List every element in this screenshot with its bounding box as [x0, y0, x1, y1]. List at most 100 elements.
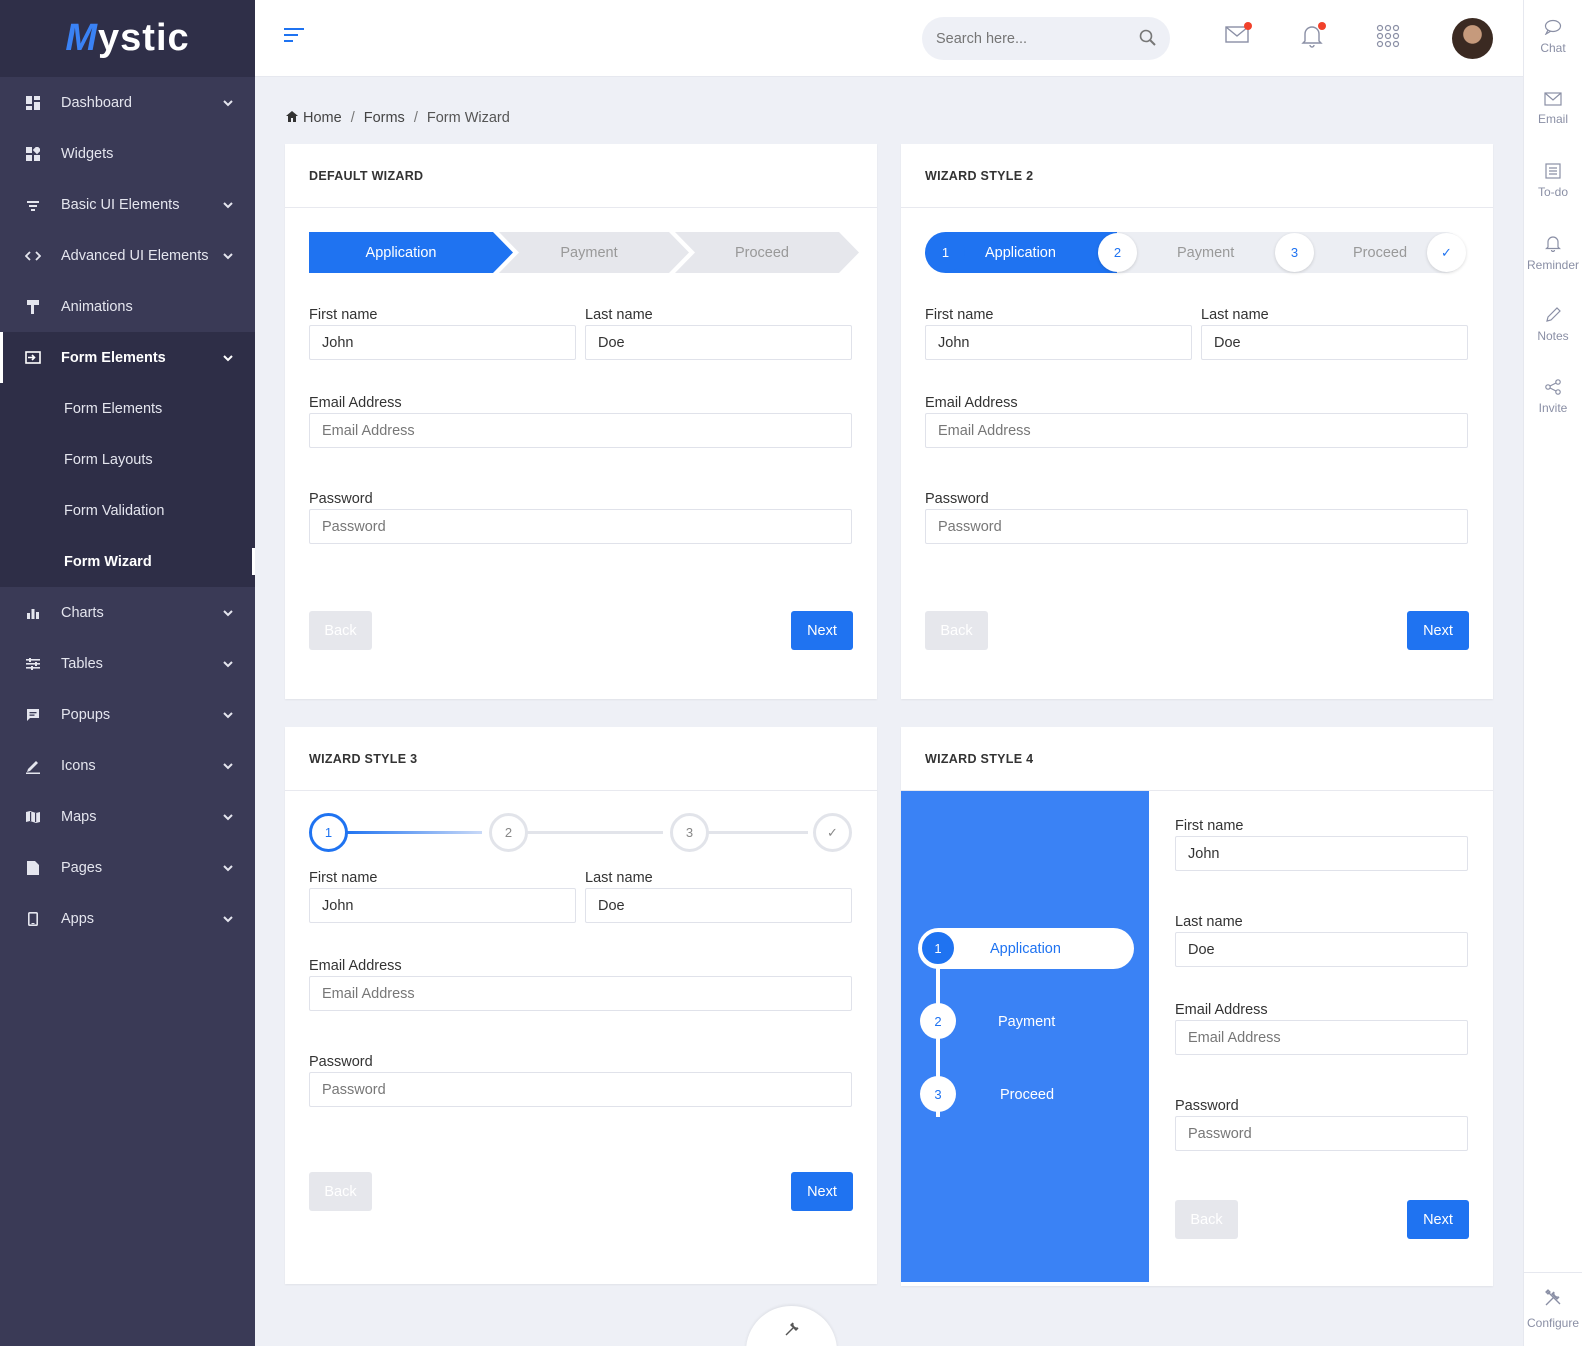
- email-input[interactable]: Email Address: [309, 976, 852, 1011]
- top-header: [255, 0, 1523, 77]
- sidebar-item-label: Icons: [61, 757, 96, 774]
- sidebar-item-label: Charts: [61, 604, 104, 621]
- sidebar-item-tables[interactable]: Tables: [0, 638, 255, 689]
- sidebar-item-animations[interactable]: Animations: [0, 281, 255, 332]
- apps-grid-icon[interactable]: [1376, 24, 1400, 51]
- step-payment[interactable]: Payment: [998, 1014, 1055, 1030]
- step-proceed[interactable]: Proceed: [1000, 1087, 1054, 1103]
- back-button[interactable]: Back: [309, 1172, 372, 1211]
- check-icon[interactable]: ✓: [813, 813, 852, 852]
- sidebar-item-label: Apps: [61, 910, 95, 927]
- step-payment[interactable]: Payment: [1177, 232, 1234, 273]
- rail-item-invite[interactable]: Invite: [1524, 360, 1582, 432]
- sidebar-item-basic-ui[interactable]: Basic UI Elements: [0, 179, 255, 230]
- step-payment[interactable]: Payment: [509, 232, 669, 273]
- step-number-3: 3: [1275, 233, 1314, 272]
- arrow-stepper: Application Payment Proceed: [309, 232, 859, 273]
- search-icon[interactable]: [1139, 29, 1156, 49]
- chat-icon: [1544, 19, 1562, 35]
- step-application[interactable]: Application: [985, 232, 1056, 273]
- submenu-item-form-layouts[interactable]: Form Layouts: [0, 434, 255, 485]
- bell-icon[interactable]: [1301, 22, 1326, 51]
- email-input[interactable]: Email Address: [925, 413, 1468, 448]
- rail-item-label: Invite: [1538, 401, 1568, 415]
- sidebar-item-dashboard[interactable]: Dashboard: [0, 77, 255, 128]
- last-name-input[interactable]: Doe: [585, 325, 852, 360]
- sidebar-item-label: Form Elements: [61, 349, 166, 366]
- chevron-down-icon: [223, 605, 233, 621]
- sidebar-item-label: Maps: [61, 808, 97, 825]
- step-circle-3[interactable]: 3: [670, 813, 709, 852]
- step-circle-1[interactable]: 1: [309, 813, 348, 852]
- last-name-input[interactable]: Doe: [1201, 325, 1468, 360]
- bar-chart-icon: [24, 604, 42, 622]
- chevron-down-icon: [223, 707, 233, 723]
- sidebar-item-popups[interactable]: Popups: [0, 689, 255, 740]
- back-button[interactable]: Back: [925, 611, 988, 650]
- search-input[interactable]: [936, 30, 1116, 47]
- rail-item-todo[interactable]: To-do: [1524, 144, 1582, 216]
- pill-stepper: 1 Application 2 Payment 3 Proceed ✓: [925, 232, 1466, 273]
- last-name-input[interactable]: Doe: [1175, 932, 1468, 967]
- first-name-input[interactable]: John: [925, 325, 1192, 360]
- last-name-input[interactable]: Doe: [585, 888, 852, 923]
- breadcrumb-forms[interactable]: Forms: [364, 110, 405, 126]
- password-input[interactable]: Password: [925, 509, 1468, 544]
- hamburger-menu-icon[interactable]: [284, 27, 304, 46]
- mail-icon[interactable]: [1225, 22, 1252, 47]
- card-title: WIZARD STYLE 2: [901, 144, 1493, 208]
- sidebar-item-form-elements[interactable]: Form Elements: [0, 332, 255, 383]
- dashboard-icon: [24, 94, 42, 112]
- email-input[interactable]: Email Address: [309, 413, 852, 448]
- breadcrumb-home[interactable]: Home: [303, 110, 342, 126]
- chevron-down-icon: [223, 350, 233, 366]
- email-input[interactable]: Email Address: [1175, 1020, 1468, 1055]
- password-input[interactable]: Password: [1175, 1116, 1468, 1151]
- user-avatar[interactable]: [1452, 18, 1493, 59]
- rail-item-email[interactable]: Email: [1524, 72, 1582, 144]
- next-button[interactable]: Next: [1407, 611, 1469, 650]
- step-application[interactable]: Application: [309, 232, 493, 273]
- logo[interactable]: Mystic: [0, 0, 255, 77]
- floating-settings-button[interactable]: [746, 1306, 837, 1346]
- first-name-label: First name: [309, 870, 378, 886]
- rail-item-configure[interactable]: Configure: [1524, 1272, 1582, 1346]
- rail-item-reminder[interactable]: Reminder: [1524, 216, 1582, 288]
- sidebar-item-label: Popups: [61, 706, 111, 723]
- card-wizard-style-3: WIZARD STYLE 3 1 2 3 ✓ First name John L…: [285, 727, 877, 1284]
- search-box: [922, 17, 1170, 60]
- sidebar-item-advanced-ui[interactable]: Advanced UI Elements: [0, 230, 255, 281]
- sidebar-item-maps[interactable]: Maps: [0, 791, 255, 842]
- rail-item-chat[interactable]: Chat: [1524, 0, 1582, 72]
- sidebar-item-charts[interactable]: Charts: [0, 587, 255, 638]
- password-input[interactable]: Password: [309, 509, 852, 544]
- submenu-item-form-validation[interactable]: Form Validation: [0, 485, 255, 536]
- submenu-item-form-wizard[interactable]: Form Wizard: [0, 536, 255, 587]
- step-proceed[interactable]: Proceed: [1353, 232, 1407, 273]
- sidebar-item-apps[interactable]: Apps: [0, 893, 255, 944]
- rail-item-notes[interactable]: Notes: [1524, 288, 1582, 360]
- next-button[interactable]: Next: [791, 611, 853, 650]
- next-button[interactable]: Next: [791, 1172, 853, 1211]
- card-title: DEFAULT WIZARD: [285, 144, 877, 208]
- progress-line-active: [345, 831, 482, 834]
- back-button[interactable]: Back: [1175, 1200, 1238, 1239]
- email-label: Email Address: [309, 395, 402, 411]
- next-button[interactable]: Next: [1407, 1200, 1469, 1239]
- sidebar-item-widgets[interactable]: Widgets: [0, 128, 255, 179]
- email-label: Email Address: [925, 395, 1018, 411]
- step-circle-2[interactable]: 2: [489, 813, 528, 852]
- first-name-input[interactable]: John: [309, 888, 576, 923]
- last-name-label: Last name: [585, 307, 653, 323]
- back-button[interactable]: Back: [309, 611, 372, 650]
- sidebar-item-label: Animations: [61, 298, 133, 315]
- sidebar-item-pages[interactable]: Pages: [0, 842, 255, 893]
- step-application[interactable]: Application: [990, 941, 1061, 957]
- submenu-item-form-elements[interactable]: Form Elements: [0, 383, 255, 434]
- sidebar-item-icons[interactable]: Icons: [0, 740, 255, 791]
- first-name-input[interactable]: John: [1175, 836, 1468, 871]
- code-icon: [24, 247, 42, 265]
- step-proceed[interactable]: Proceed: [685, 232, 839, 273]
- first-name-input[interactable]: John: [309, 325, 576, 360]
- password-input[interactable]: Password: [309, 1072, 852, 1107]
